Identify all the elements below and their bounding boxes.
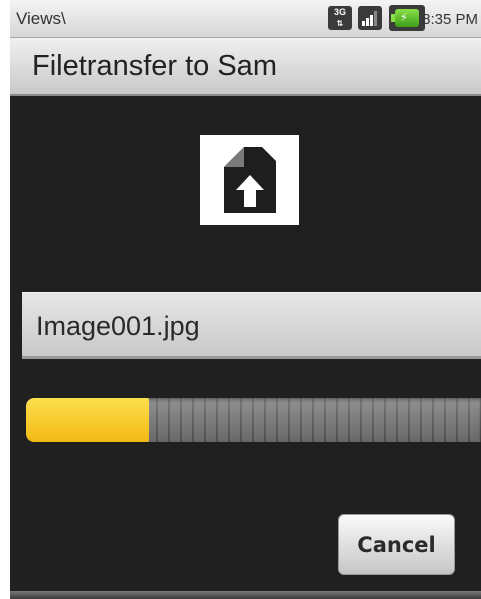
- 3g-data-icon: 3G ⇅: [328, 6, 352, 30]
- file-name: Image001.jpg: [36, 311, 200, 341]
- signal-strength-icon: [358, 6, 382, 30]
- dialog-title-bar: Filetransfer to Sam: [10, 38, 481, 96]
- dialog-title: Filetransfer to Sam: [32, 50, 277, 82]
- file-name-field: Image001.jpg: [22, 292, 481, 359]
- network-type-label: 3G: [333, 7, 346, 17]
- status-time: 8:35 PM: [422, 11, 478, 28]
- data-arrows-icon: ⇅: [336, 19, 344, 28]
- status-bar: Views\ 3G ⇅ ⚡ 8:35 PM: [10, 0, 481, 38]
- bottom-bezel: [10, 591, 481, 599]
- cancel-button[interactable]: Cancel: [338, 514, 455, 575]
- status-bar-title: Views\: [16, 9, 66, 28]
- device-screen: Views\ 3G ⇅ ⚡ 8:35 PM Filetransfer to Sa…: [10, 0, 481, 599]
- transfer-progress-fill: [26, 398, 149, 442]
- file-upload-icon: [200, 135, 299, 225]
- transfer-progress-bar: [26, 398, 481, 442]
